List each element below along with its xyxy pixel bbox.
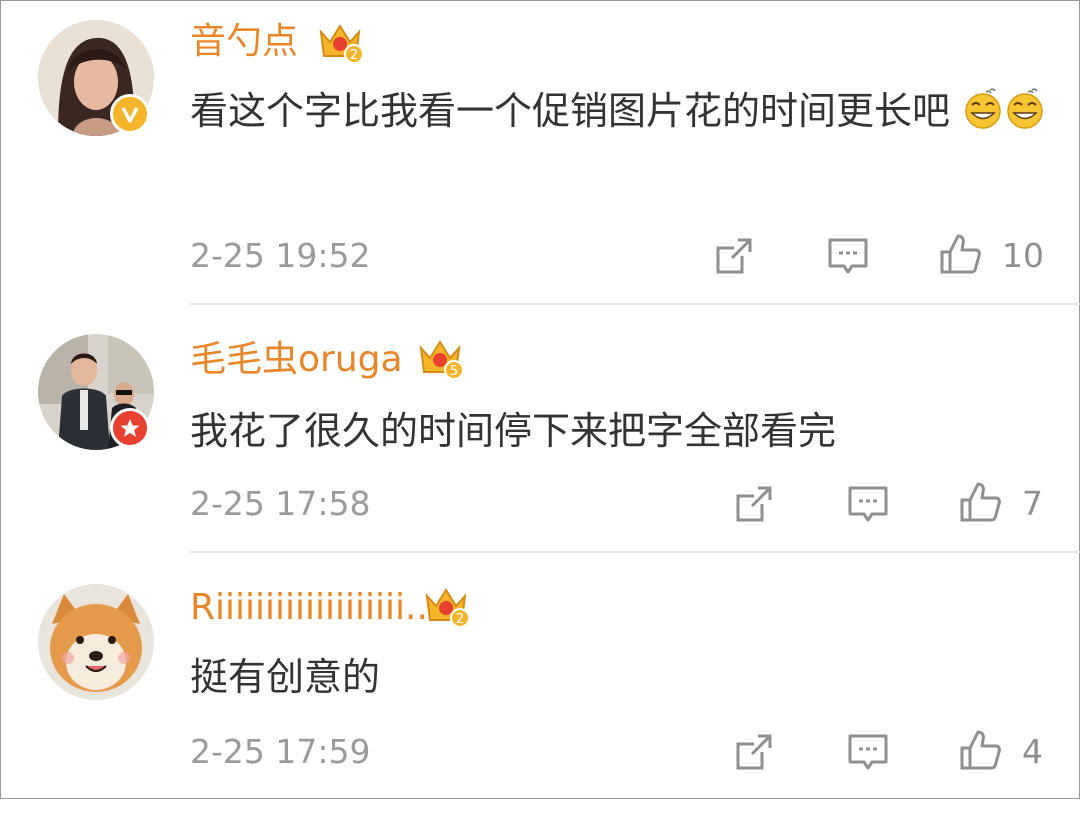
comment-text: 我花了很久的时间停下来把字全部看完: [190, 409, 837, 453]
divider: [190, 551, 1080, 553]
crown-level-icon: 5: [419, 340, 464, 380]
username[interactable]: Riiiiiiiiiiiiiiiiiii...: [190, 584, 439, 632]
level-number: 2: [350, 48, 358, 63]
thumbs-up-icon[interactable]: [938, 232, 982, 276]
username[interactable]: 音勺点: [190, 18, 298, 66]
comment-text: 看这个字比我看一个促销图片花的时间更长吧: [190, 80, 1060, 142]
verified-badge-icon: [110, 94, 150, 134]
comment-item: 音勺点 2 看这个字比我看一个促销图片花的时间更长吧 2-25 19:52 10: [0, 0, 1080, 305]
share-icon[interactable]: [732, 482, 776, 526]
username[interactable]: 毛毛虫oruga: [190, 336, 403, 384]
sweat-smile-emoji-icon: [1007, 88, 1043, 129]
thumbs-up-icon[interactable]: [958, 728, 1002, 772]
divider: [190, 303, 1080, 305]
share-icon[interactable]: [712, 234, 756, 278]
level-number: 5: [450, 364, 458, 379]
comment-time: 2-25 17:59: [190, 732, 371, 771]
star-badge-icon: [110, 408, 150, 448]
avatar[interactable]: [38, 584, 154, 700]
comment-item: Riiiiiiiiiiiiiiiiiii... 2 挺有创意的 2-25 17:…: [0, 564, 1080, 824]
thumbs-up-icon[interactable]: [958, 480, 1002, 524]
level-number: 2: [456, 612, 464, 627]
comment-icon[interactable]: [846, 482, 890, 526]
like-count: 7: [1022, 484, 1043, 523]
comment-time: 2-25 17:58: [190, 484, 371, 523]
crown-level-icon: 2: [319, 24, 364, 64]
crown-level-icon: 2: [425, 588, 470, 628]
comment-time: 2-25 19:52: [190, 236, 371, 275]
like-count: 10: [1002, 236, 1044, 275]
comment-text: 挺有创意的: [190, 655, 381, 699]
comment-item: 毛毛虫oruga 5 我花了很久的时间停下来把字全部看完 2-25 17:58 …: [0, 316, 1080, 576]
comment-icon[interactable]: [846, 730, 890, 774]
sweat-smile-emoji-icon: [965, 88, 1001, 129]
like-count: 4: [1022, 732, 1043, 771]
share-icon[interactable]: [732, 730, 776, 774]
comment-icon[interactable]: [826, 234, 870, 278]
